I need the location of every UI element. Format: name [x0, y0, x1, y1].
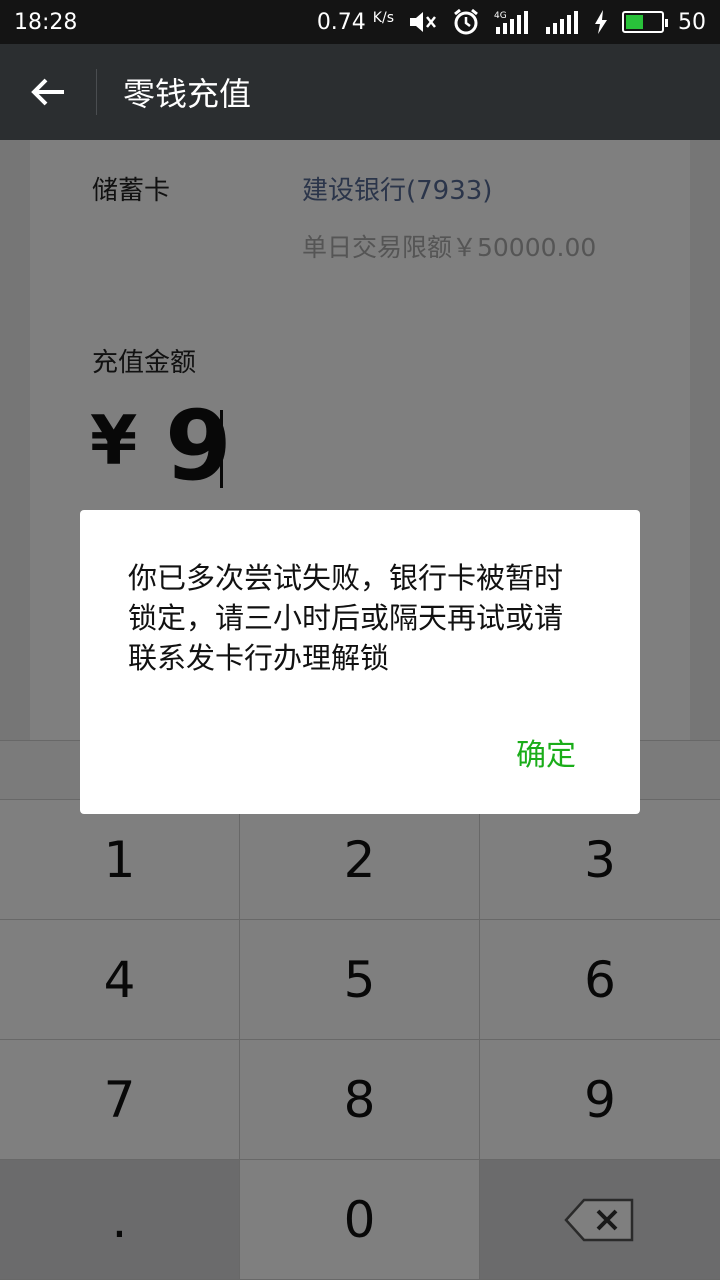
dialog-message: 你已多次尝试失败，银行卡被暂时锁定，请三小时后或隔天再试或请联系发卡行办理解锁: [128, 561, 564, 675]
confirm-button[interactable]: 确定: [516, 730, 576, 774]
net-speed: 0.74 K/s: [316, 9, 394, 35]
status-icons: 0.74 K/s 4G 50: [317, 8, 706, 36]
battery-level: 50: [678, 9, 706, 35]
signal-icon: [544, 9, 580, 35]
back-arrow-icon: [31, 78, 64, 106]
signal-4g-icon: 4G: [494, 9, 530, 35]
action-bar: 零钱充值: [0, 44, 720, 140]
mute-icon: [408, 10, 438, 34]
alert-dialog: 你已多次尝试失败，银行卡被暂时锁定，请三小时后或隔天再试或请联系发卡行办理解锁 …: [80, 510, 640, 814]
battery-icon: [622, 11, 668, 33]
svg-text:4G: 4G: [494, 11, 507, 21]
status-bar: 18:28 0.74 K/s 4G 50: [0, 0, 720, 44]
alarm-icon: [452, 8, 480, 36]
back-button[interactable]: [0, 44, 96, 140]
page-title: 零钱充值: [123, 75, 252, 113]
status-time: 18:28: [14, 9, 78, 35]
charging-icon: [594, 10, 608, 34]
